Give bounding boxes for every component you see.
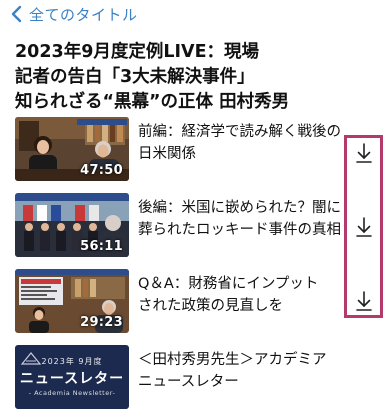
episode-item-4[interactable]: 2023年 9月度 ニュースレター - Academia Newsletter-…	[15, 345, 385, 409]
episode-duration: 29:23	[80, 315, 123, 330]
page-title-line: 2023年9月度定例LIVE：現場	[15, 42, 260, 62]
download-button-2[interactable]	[351, 214, 377, 240]
episode-title-line: ニュースレター	[138, 374, 239, 390]
episode-title-line: 前編：経済学で読み解く戦後の	[138, 124, 341, 140]
newsletter-sub-label: - Academia Newsletter-	[28, 389, 116, 397]
episode-duration: 56:11	[80, 239, 123, 254]
episode-title: 前編：経済学で読み解く戦後の 日米関係	[138, 121, 346, 165]
download-arrow-icon	[356, 143, 372, 163]
episode-title-line: ＜田村秀男先生＞アカデミア	[138, 352, 327, 368]
back-label: 全てのタイトル	[29, 5, 138, 24]
back-button[interactable]: 全てのタイトル	[8, 3, 138, 25]
page-title-line: 記者の告白「3大未解決事件」	[15, 67, 255, 87]
episode-thumbnail: 47:50	[15, 117, 129, 181]
download-arrow-icon	[356, 291, 372, 311]
episode-title: ＜田村秀男先生＞アカデミア ニュースレター	[138, 349, 346, 393]
episode-title: 後編：米国に嵌められた？闇に 葬られたロッキード事件の真相	[138, 197, 346, 241]
episode-title-line: 後編：米国に嵌められた？闇に	[138, 200, 341, 216]
episode-title-line: 日米関係	[138, 146, 196, 162]
episode-title: Q＆A：財務省にインプット された政策の見直しを	[138, 273, 346, 317]
chevron-left-icon	[11, 5, 22, 23]
episode-thumbnail: 29:23	[15, 269, 129, 333]
episode-item-1[interactable]: 47:50 前編：経済学で読み解く戦後の 日米関係	[15, 117, 385, 181]
episode-title-line: Q＆A：財務省にインプット	[138, 276, 319, 292]
newsletter-main-label: ニュースレター	[19, 371, 125, 387]
episode-thumbnail: 56:11	[15, 193, 129, 257]
newsletter-thumbnail: 2023年 9月度 ニュースレター - Academia Newsletter-	[15, 345, 129, 409]
episode-title-line: された政策の見直しを	[138, 298, 283, 314]
episode-title-line: 葬られたロッキード事件の真相	[138, 222, 341, 238]
download-button-3[interactable]	[351, 288, 377, 314]
episode-duration: 47:50	[80, 163, 123, 178]
page-title: 2023年9月度定例LIVE：現場 記者の告白「3大未解決事件」 知られざる“黒…	[15, 40, 385, 115]
download-arrow-icon	[356, 217, 372, 237]
download-button-1[interactable]	[351, 140, 377, 166]
newsletter-year-label: 2023年 9月度	[41, 357, 103, 366]
page-title-line: 知られざる“黒幕”の正体 田村秀男	[15, 92, 290, 112]
episode-item-3[interactable]: 29:23 Q＆A：財務省にインプット された政策の見直しを	[15, 269, 385, 333]
episode-item-2[interactable]: 56:11 後編：米国に嵌められた？闇に 葬られたロッキード事件の真相	[15, 193, 385, 257]
